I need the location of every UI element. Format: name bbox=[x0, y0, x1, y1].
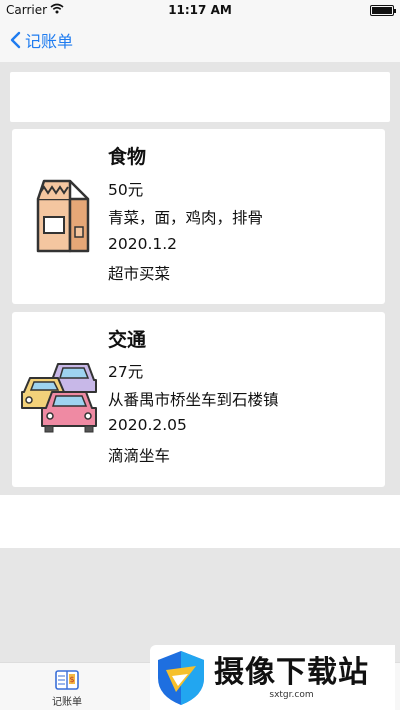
back-label: 记账单 bbox=[25, 32, 74, 51]
chevron-left-icon bbox=[10, 31, 21, 49]
svg-text:$: $ bbox=[69, 675, 74, 684]
empty-header-box bbox=[10, 72, 390, 122]
record-amount: 50元 bbox=[108, 181, 144, 199]
record-title: 交通 bbox=[108, 329, 147, 351]
tab-label: 记账单 bbox=[52, 697, 82, 708]
watermark-url: sxtgr.com bbox=[269, 689, 314, 700]
watermark-text: 摄像下载站 sxtgr.com bbox=[214, 654, 369, 700]
status-bar: Carrier 11:17 AM bbox=[0, 0, 400, 20]
watermark: 摄像下载站 sxtgr.com bbox=[150, 645, 395, 710]
ledger-icon: $ bbox=[55, 670, 79, 690]
tab-ledger[interactable]: $ 记账单 bbox=[44, 669, 90, 708]
record-note: 超市买菜 bbox=[108, 265, 171, 283]
record-items: 青菜，面，鸡肉，排骨 bbox=[108, 209, 264, 227]
record-list: 食物 50元 青菜，面，鸡肉，排骨 2020.1.2 超市买菜 交通 27元 从… bbox=[0, 62, 400, 495]
clock: 11:17 AM bbox=[168, 3, 232, 17]
record-note: 滴滴坐车 bbox=[108, 447, 171, 465]
record-items: 从番禺市桥坐车到石楼镇 bbox=[108, 391, 279, 409]
record-card-transport[interactable]: 交通 27元 从番禺市桥坐车到石楼镇 2020.2.05 滴滴坐车 bbox=[12, 312, 385, 487]
watermark-title: 摄像下载站 bbox=[214, 654, 369, 690]
back-button[interactable]: 记账单 bbox=[10, 28, 73, 52]
record-card-food[interactable]: 食物 50元 青菜，面，鸡肉，排骨 2020.1.2 超市买菜 bbox=[12, 129, 385, 304]
record-date: 2020.1.2 bbox=[108, 235, 178, 253]
shield-logo-icon bbox=[158, 650, 204, 705]
food-bag-icon bbox=[36, 179, 90, 253]
navigation-bar: 记账单 bbox=[0, 20, 400, 62]
record-title: 食物 bbox=[108, 146, 147, 168]
record-date: 2020.2.05 bbox=[108, 416, 187, 434]
traffic-cars-icon bbox=[21, 363, 97, 433]
battery-icon bbox=[370, 5, 396, 16]
record-amount: 27元 bbox=[108, 363, 144, 381]
